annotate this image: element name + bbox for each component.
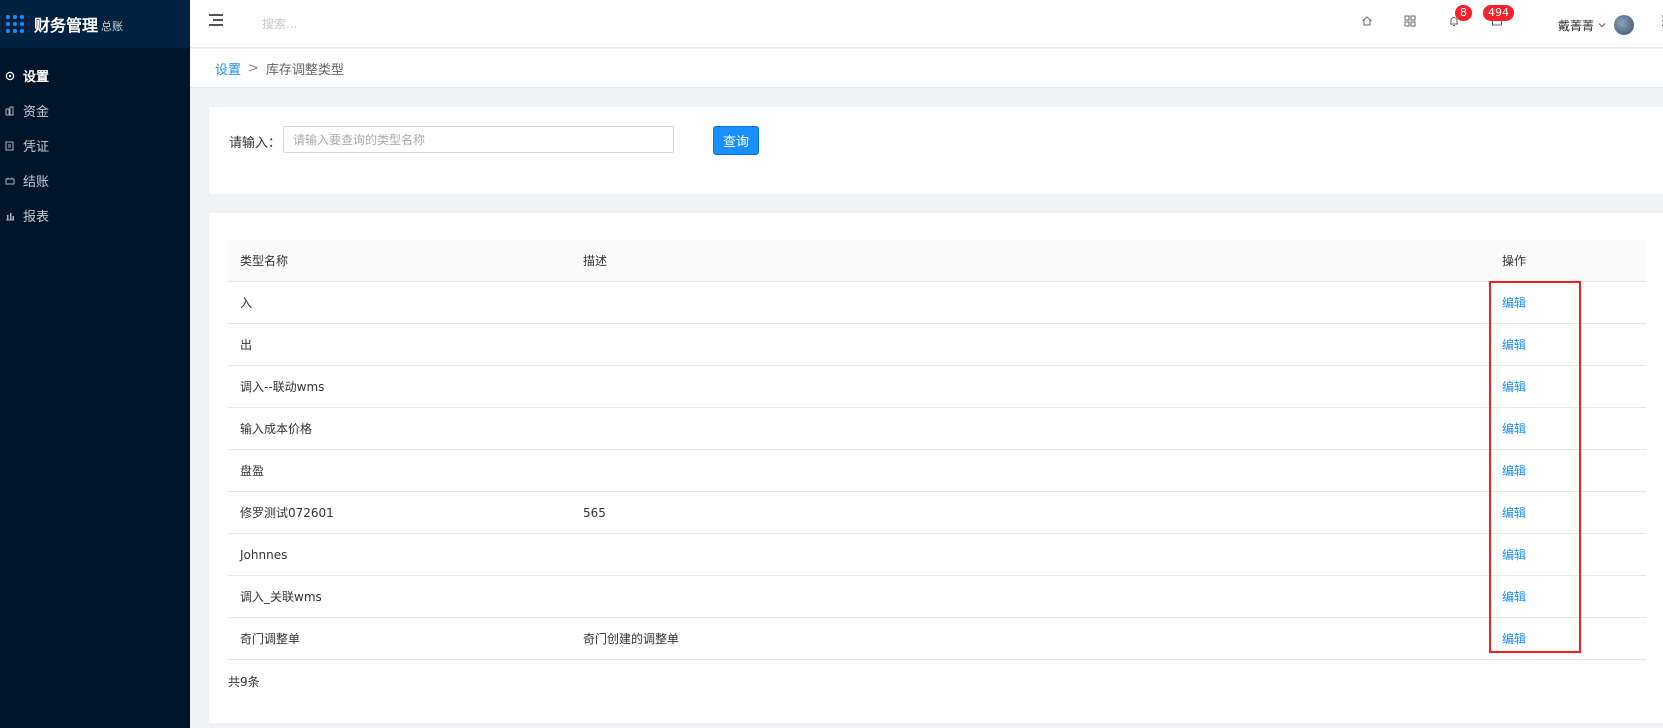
edit-link[interactable]: 编辑: [1502, 338, 1526, 352]
search-panel: 请输入： 查询: [209, 107, 1663, 194]
cell-type-name: 入: [240, 296, 253, 310]
sidebar-item-checkout[interactable]: 结账: [0, 163, 190, 198]
edit-link[interactable]: 编辑: [1502, 464, 1526, 478]
sidebar-item-label: 报表: [23, 210, 50, 225]
edit-link[interactable]: 编辑: [1502, 590, 1526, 604]
brand-subtitle: 总账: [101, 20, 124, 33]
table-row: 入 编辑: [228, 282, 1646, 324]
apps-icon[interactable]: [1403, 15, 1417, 29]
message-icon[interactable]: 494: [1483, 5, 1514, 29]
table-row: Johnnes 编辑: [228, 534, 1646, 576]
brand-title: 财务管理: [34, 16, 99, 35]
cell-type-name: 出: [240, 338, 253, 352]
edit-link[interactable]: 编辑: [1502, 296, 1526, 310]
cell-type-name: 盘盈: [240, 464, 265, 478]
total-count: 共9条: [228, 675, 260, 689]
checkout-icon: [5, 176, 15, 186]
sidebar-item-voucher[interactable]: 凭证: [0, 128, 190, 163]
cell-type-name: 调入_关联wms: [240, 590, 322, 604]
type-name-search-input[interactable]: [283, 126, 674, 153]
table-row: 盘盈 编辑: [228, 450, 1646, 492]
more-vertical-icon[interactable]: ⋮: [1656, 14, 1663, 28]
breadcrumb-settings-link[interactable]: 设置: [215, 59, 241, 78]
column-header-action: 操作: [1502, 254, 1527, 268]
brand: 财务管理 总账: [0, 0, 190, 48]
report-chart-icon: [5, 211, 15, 221]
message-badge: 494: [1483, 5, 1514, 21]
cell-type-name: 调入--联动wms: [240, 380, 325, 394]
sidebar-item-report[interactable]: 报表: [0, 198, 190, 233]
home-icon[interactable]: [1360, 15, 1374, 29]
table-header: 类型名称 描述 操作: [228, 240, 1646, 282]
bell-icon[interactable]: 8: [1447, 5, 1472, 29]
table-row: 出 编辑: [228, 324, 1646, 366]
funds-icon: [5, 106, 15, 116]
user-name: 戴菁菁: [1558, 18, 1595, 33]
voucher-icon: [5, 141, 15, 151]
edit-link[interactable]: 编辑: [1502, 380, 1526, 394]
edit-link[interactable]: 编辑: [1502, 632, 1526, 646]
sidebar-item-funds[interactable]: 资金: [0, 93, 190, 128]
avatar[interactable]: [1614, 15, 1635, 35]
chevron-down-icon: [1598, 18, 1606, 32]
edit-link[interactable]: 编辑: [1502, 422, 1526, 436]
app-grid-icon: [6, 15, 24, 33]
sidebar-menu: 设置 资金 凭证 结账 报表: [0, 58, 190, 233]
search-label: 请输入：: [229, 136, 282, 151]
top-header: 搜索... 8 494 戴菁菁 ⋮: [190, 0, 1663, 48]
cell-type-name: 输入成本价格: [240, 422, 313, 436]
sidebar-item-label: 凭证: [23, 140, 50, 155]
table-row: 奇门调整单 奇门创建的调整单 编辑: [228, 618, 1646, 660]
breadcrumb-current: 库存调整类型: [265, 62, 344, 78]
cell-description: 565: [583, 505, 606, 520]
user-menu[interactable]: 戴菁菁: [1558, 15, 1635, 35]
global-search-input[interactable]: 搜索...: [262, 15, 297, 32]
adjustment-type-table: 类型名称 描述 操作 入 编辑 出 编辑 调入--联动wms 编辑 输入成本价格…: [228, 240, 1646, 660]
cell-type-name: 修罗测试072601: [240, 506, 334, 520]
cell-description: 奇门创建的调整单: [583, 632, 680, 646]
settings-icon: [5, 71, 15, 81]
query-button[interactable]: 查询: [713, 126, 759, 155]
sidebar-item-label: 结账: [23, 175, 50, 190]
edit-link[interactable]: 编辑: [1502, 506, 1526, 520]
cell-type-name: Johnnes: [240, 547, 288, 562]
table-panel: 类型名称 描述 操作 入 编辑 出 编辑 调入--联动wms 编辑 输入成本价格…: [209, 213, 1663, 723]
sidebar: 财务管理 总账 设置 资金 凭证 结账 报表: [0, 0, 190, 728]
breadcrumb: 设置 > 库存调整类型: [190, 49, 1663, 88]
column-header-description: 描述: [583, 254, 608, 268]
sidebar-item-settings[interactable]: 设置: [0, 58, 190, 93]
sidebar-item-label: 设置: [23, 70, 50, 85]
edit-link[interactable]: 编辑: [1502, 548, 1526, 562]
table-row: 输入成本价格 编辑: [228, 408, 1646, 450]
table-row: 调入_关联wms 编辑: [228, 576, 1646, 618]
notification-badge: 8: [1455, 5, 1472, 21]
table-row: 修罗测试072601 565 编辑: [228, 492, 1646, 534]
sidebar-item-label: 资金: [23, 105, 50, 120]
column-header-type-name: 类型名称: [240, 254, 289, 268]
breadcrumb-separator: >: [248, 60, 259, 76]
table-row: 调入--联动wms 编辑: [228, 366, 1646, 408]
cell-type-name: 奇门调整单: [240, 632, 301, 646]
menu-fold-icon[interactable]: [209, 14, 223, 28]
